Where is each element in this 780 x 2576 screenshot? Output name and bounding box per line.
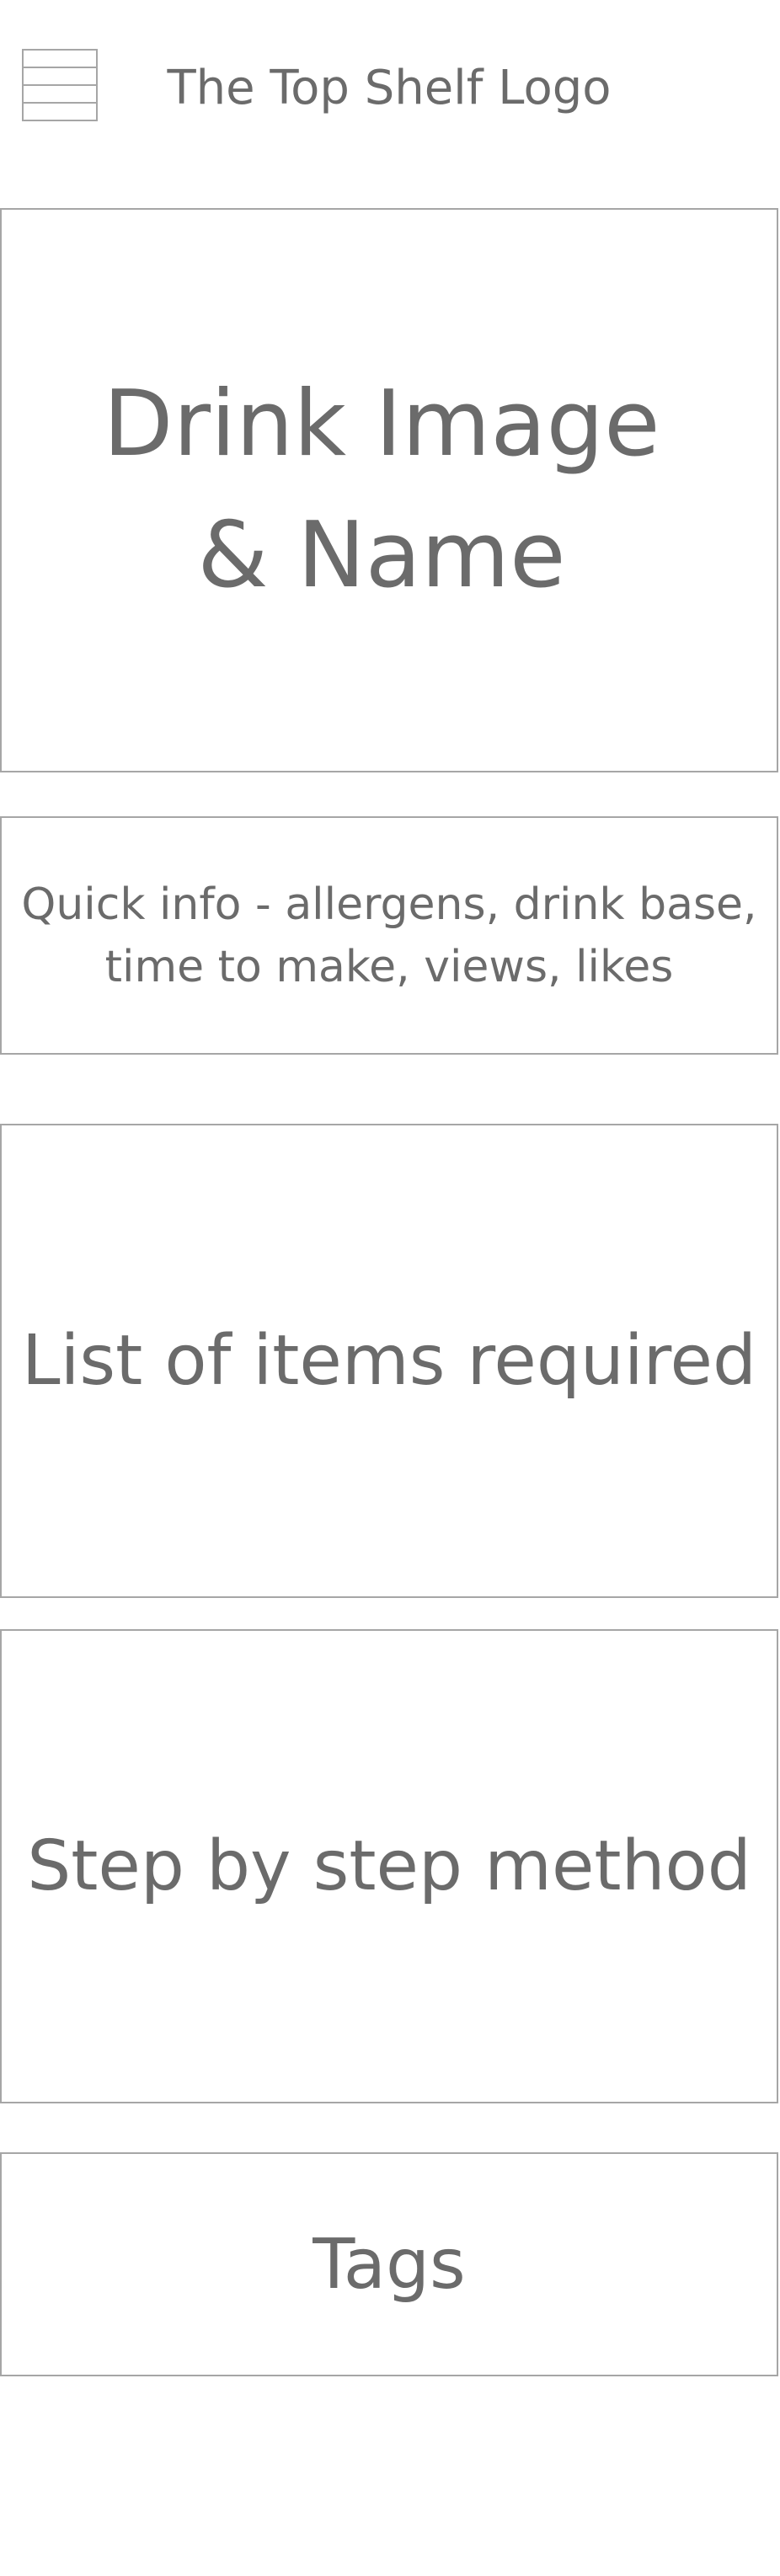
menu-bar [24, 104, 96, 120]
ingredients-section: List of items required [0, 1124, 778, 1598]
menu-bar [24, 86, 96, 104]
method-placeholder: Step by step method [27, 1826, 751, 1906]
drink-hero-section: Drink Image & Name [0, 208, 778, 772]
ingredients-placeholder: List of items required [21, 1321, 757, 1401]
site-logo[interactable]: The Top Shelf Logo [135, 54, 644, 121]
menu-bar [24, 68, 96, 86]
hamburger-menu-icon[interactable] [22, 49, 98, 121]
drink-image-name-placeholder: Drink Image & Name [103, 371, 660, 608]
quick-info-section: Quick info - allergens, drink base, time… [0, 816, 778, 1055]
quick-info-placeholder: Quick info - allergens, drink base, time… [21, 879, 757, 992]
method-section: Step by step method [0, 1629, 778, 2103]
tags-section: Tags [0, 2152, 778, 2376]
tags-placeholder: Tags [313, 2224, 466, 2305]
menu-bar [24, 51, 96, 68]
